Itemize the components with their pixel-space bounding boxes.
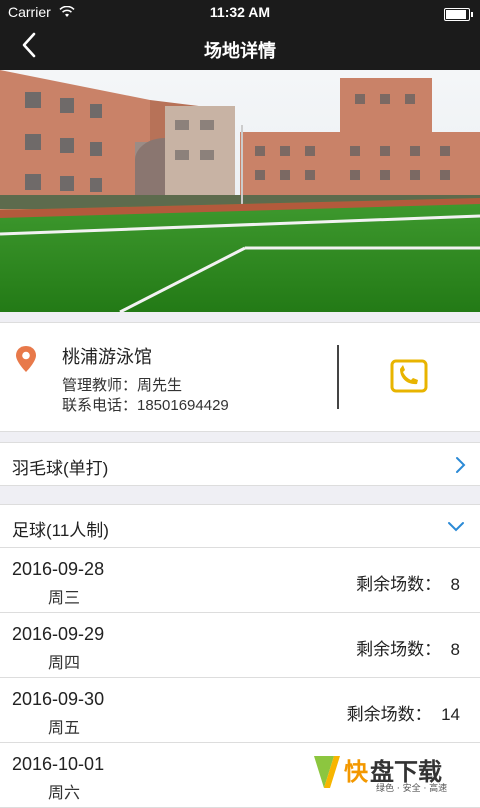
sport-label: 足球(11人制): [12, 521, 109, 540]
schedule-remaining: 剩余场数： 8: [356, 575, 460, 594]
chevron-left-icon: [22, 32, 36, 58]
back-button[interactable]: [20, 30, 60, 66]
battery-icon: [444, 8, 473, 21]
schedule-row[interactable]: 2016-09-30 周五 剩余场数： 14: [0, 678, 480, 743]
schedule-remaining: 剩余场数： 8: [356, 640, 460, 659]
chevron-right-icon: [456, 457, 466, 473]
svg-text:绿色 · 安全 · 高速: 绿色 · 安全 · 高速: [376, 782, 447, 794]
location-pin-icon: [16, 346, 36, 372]
svg-text:盘下载: 盘下载: [370, 758, 442, 786]
schedule-remaining: 剩余场数： 14: [346, 705, 460, 724]
sport-label: 羽毛球(单打): [12, 459, 109, 478]
venue-phone: 联系电话：18501694429: [62, 397, 229, 414]
page-title: 场地详情: [204, 41, 276, 61]
chevron-down-icon: [448, 522, 464, 532]
schedule-row[interactable]: 2016-09-28 周三 剩余场数： 8: [0, 548, 480, 613]
schedule-date: 2016-09-28: [12, 559, 105, 579]
phone-icon: [390, 359, 428, 393]
status-bar: Carrier 11:32 AM: [0, 0, 480, 26]
schedule-weekday: 周六: [48, 785, 81, 802]
venue-name: 桃浦游泳馆: [62, 347, 152, 367]
svg-text:快: 快: [344, 758, 369, 786]
status-time: 11:32 AM: [209, 4, 271, 20]
sport-row-football[interactable]: 足球(11人制): [0, 504, 480, 548]
schedule-row[interactable]: 2016-09-29 周四 剩余场数： 8: [0, 613, 480, 678]
schedule-weekday: 周五: [48, 720, 81, 737]
nav-bar: 场地详情: [0, 26, 480, 70]
divider: [337, 345, 339, 409]
schedule-date: 2016-10-01: [12, 754, 105, 774]
schedule-date: 2016-09-30: [12, 689, 105, 709]
schedule-date: 2016-09-29: [12, 624, 105, 644]
venue-manager: 管理教师：周先生: [62, 377, 183, 394]
call-button[interactable]: [390, 359, 428, 393]
venue-photo: [0, 70, 480, 312]
schedule-weekday: 周三: [48, 590, 81, 607]
schedule-weekday: 周四: [48, 655, 81, 672]
sport-row-badminton[interactable]: 羽毛球(单打): [0, 442, 480, 486]
watermark-logo: 快 盘下载 绿色 · 安全 · 高速: [308, 750, 474, 794]
venue-info-card: 桃浦游泳馆 管理教师：周先生 联系电话：18501694429: [0, 322, 480, 432]
